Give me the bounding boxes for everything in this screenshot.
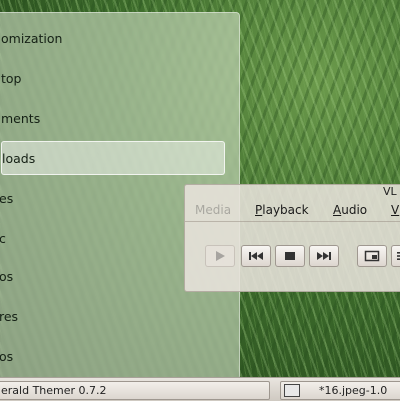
vlc-menubar: Media Playback Audio V [189,202,400,220]
image-window-icon [284,384,300,397]
place-item-pictures[interactable]: res [0,301,223,331]
place-item-documents[interactable]: ments [1,103,223,133]
place-item-label: os [0,268,14,284]
place-item-label: top [1,70,22,86]
previous-button[interactable] [241,245,271,267]
place-item-label: loads [2,150,36,166]
vlc-window-title: VL [383,185,397,198]
playlist-button[interactable] [391,245,400,267]
vlc-titlebar[interactable]: VL [185,185,400,199]
next-icon [317,252,331,260]
next-button[interactable] [309,245,339,267]
fullscreen-button[interactable] [357,245,387,267]
previous-icon [249,252,263,260]
place-item-desktop[interactable]: top [1,63,223,93]
play-button[interactable] [205,245,235,267]
fullscreen-icon [364,250,380,262]
place-item-customization[interactable]: omization [1,23,223,53]
menu-video[interactable]: V [391,203,399,217]
place-item-label: ments [1,110,41,126]
desktop-wallpaper: omization top ments loads es c os res os… [0,0,400,401]
place-item-label: es [0,190,14,206]
taskbar-item-label: erald Themer 0.7.2 [1,384,107,397]
stop-button[interactable] [275,245,305,267]
place-item-label: os [0,348,14,364]
taskbar-item-emerald-themer[interactable]: erald Themer 0.7.2 [0,381,270,400]
playlist-icon [397,252,400,260]
taskbar-item-image[interactable]: *16.jpeg-1.0 [280,381,400,400]
play-icon [216,251,225,261]
place-item-label: res [0,308,19,324]
place-item-downloads[interactable]: loads [1,141,225,175]
taskbar: erald Themer 0.7.2 *16.jpeg-1.0 [0,377,400,401]
menubar-divider [185,221,400,222]
menu-playback[interactable]: Playback [255,203,309,217]
taskbar-item-label: *16.jpeg-1.0 [319,384,388,397]
vlc-window: VL Media Playback Audio V [184,184,400,292]
place-item-videos[interactable]: os [0,341,223,371]
menu-audio[interactable]: Audio [333,203,367,217]
place-item-label: omization [1,30,63,46]
stop-icon [285,252,295,260]
menu-media[interactable]: Media [195,203,231,217]
place-item-label: c [0,230,6,246]
